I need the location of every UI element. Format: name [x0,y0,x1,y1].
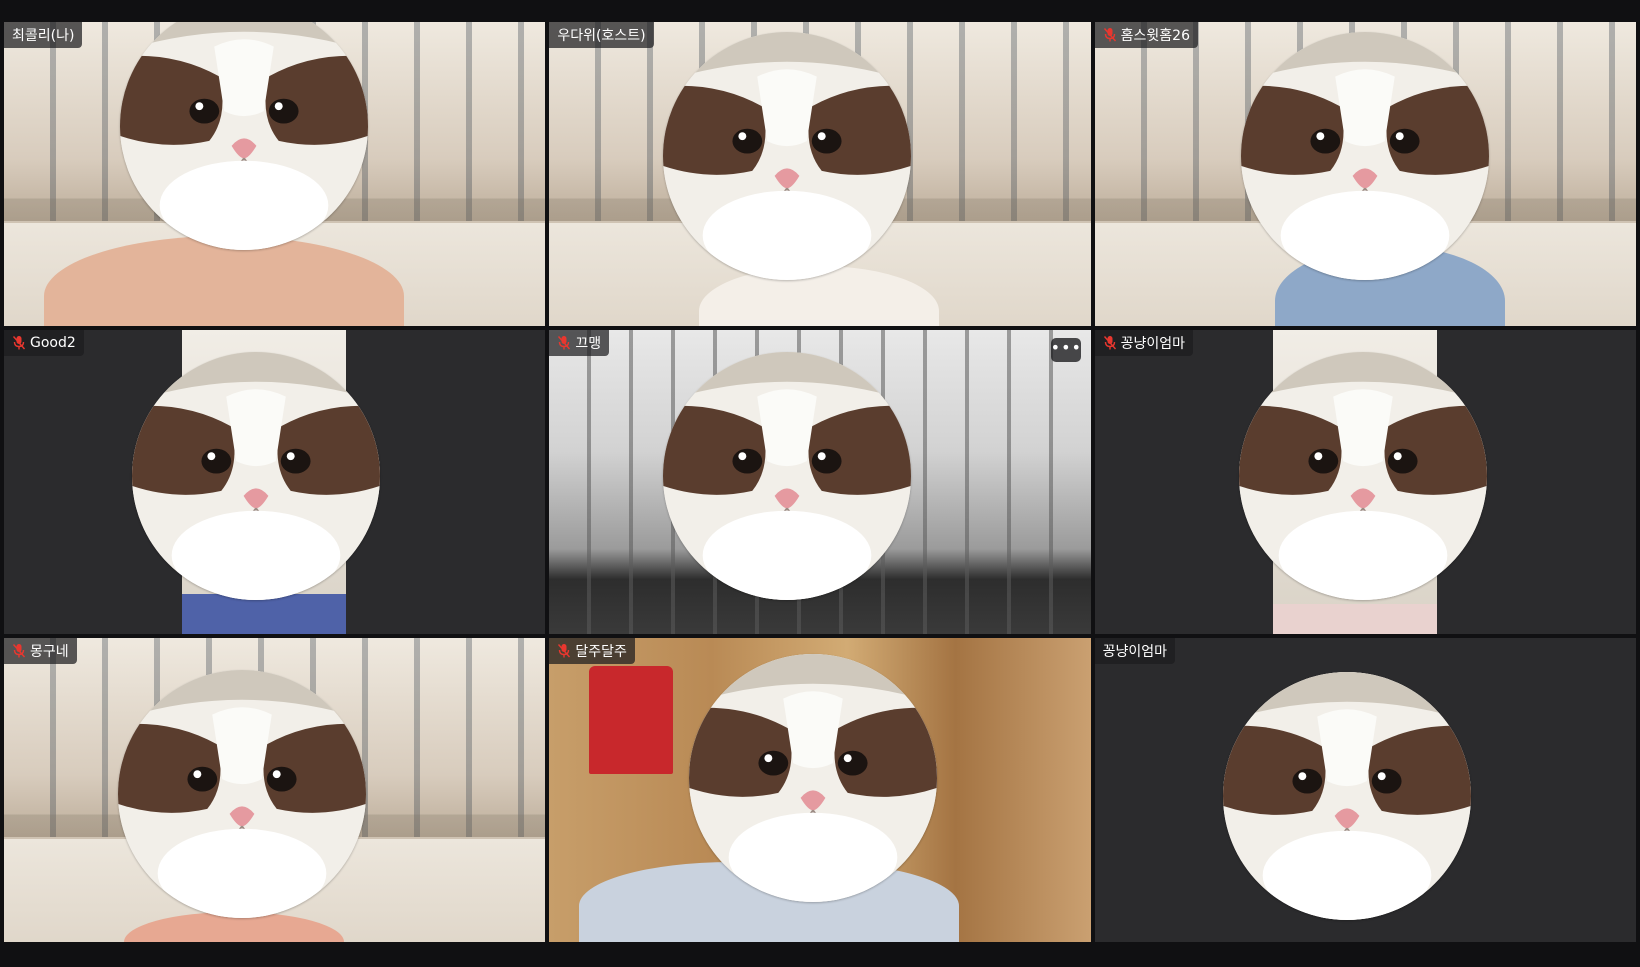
participant-name: 달주달주 [575,644,627,660]
participant-name: 꽁냥이엄마 [1120,336,1186,352]
mic-off-icon [558,644,571,658]
cat-face-icon [663,352,912,600]
participant-name: 홈스윗홈26 [1120,28,1190,44]
cat-face-icon [663,32,912,280]
participant-name: 최콜리(나) [12,28,75,44]
participant-tile[interactable]: 끄맹 ••• [549,330,1091,634]
cat-avatar [118,670,366,918]
mic-off-icon [12,644,26,658]
cat-avatar [663,352,912,600]
cat-face-icon [1238,352,1487,600]
participant-name: 몽구네 [30,644,69,660]
mic-off-icon [558,336,571,350]
more-options-icon: ••• [1050,338,1082,357]
mic-off-icon [12,336,26,350]
participant-name-tag: 끄맹 [549,330,610,356]
participant-name-tag: Good2 [4,330,84,356]
more-options-button[interactable]: ••• [1050,338,1082,362]
cat-face-icon [132,352,380,600]
mic-off-icon [1103,336,1116,350]
cat-avatar [1238,352,1487,600]
participant-tile[interactable]: 홈스윗홈26 [1094,22,1636,326]
participant-name-tag: 홈스윗홈26 [1094,22,1198,48]
participant-name-tag: 우다위(호스트) [549,22,654,48]
mic-off-icon [1103,28,1116,42]
participant-name: 꽁냥이엄마 [1102,644,1168,660]
cat-face-icon [1222,672,1471,920]
cat-avatar [663,32,912,280]
cat-avatar [1222,672,1471,920]
participant-tile[interactable]: 달주달주 [549,638,1091,942]
participant-name-tag: 꽁냥이엄마 [1094,330,1194,356]
participant-tile[interactable]: 꽁냥이엄마 [1094,330,1636,634]
participant-tile[interactable]: 최콜리(나) [4,22,546,326]
participant-name: 끄맹 [575,336,602,352]
cat-face-icon [1240,32,1489,280]
cat-face-icon [689,654,938,902]
participant-body [1272,604,1437,634]
cat-avatar [1240,32,1489,280]
participant-name-tag: 최콜리(나) [4,22,83,48]
participant-name: Good2 [30,335,76,351]
participant-name-tag: 몽구네 [4,638,77,664]
participant-name: 우다위(호스트) [557,28,646,44]
participant-tile[interactable]: 몽구네 [4,638,546,942]
participant-name-tag: 달주달주 [549,638,635,664]
participant-tile[interactable]: 우다위(호스트) [549,22,1091,326]
participant-tile[interactable]: Good2 [4,330,546,634]
video-grid: 최콜리(나) 우다위(호스트) 홈스윗홈26 Good2 끄맹 ••• 꽁냥이엄… [4,22,1636,942]
participant-tile[interactable]: 꽁냥이엄마 [1094,638,1636,942]
participant-body [182,594,346,634]
cat-avatar [689,654,938,902]
participant-name-tag: 꽁냥이엄마 [1094,638,1176,664]
cat-avatar [132,352,380,600]
cat-face-icon [118,670,366,918]
